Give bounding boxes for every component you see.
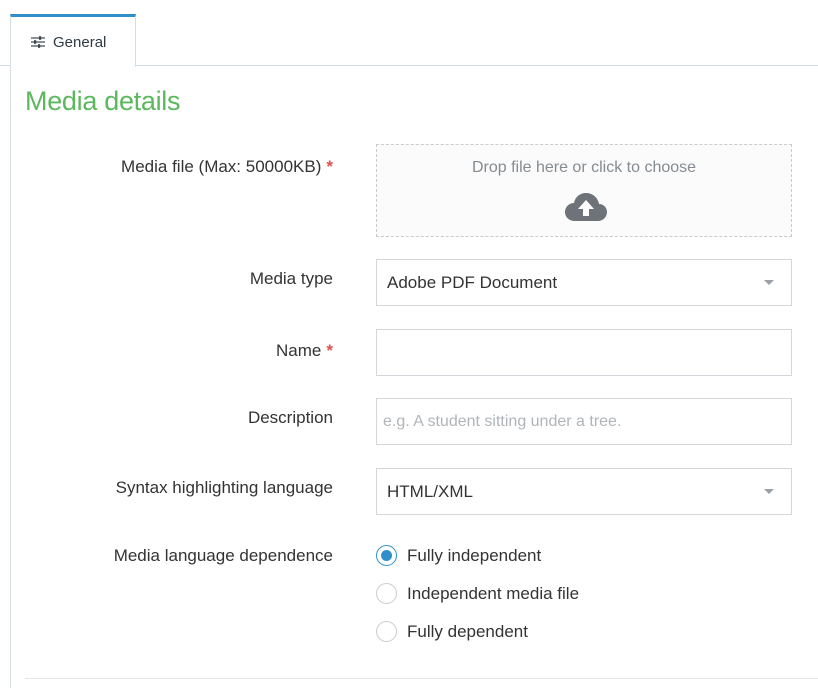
media-file-label: Media file (Max: 50000KB) * <box>121 157 333 177</box>
radio-button[interactable] <box>376 583 397 604</box>
name-label: Name * <box>276 341 333 361</box>
section-title: Media details <box>25 86 181 116</box>
radio-button[interactable] <box>376 545 397 566</box>
dropzone-text: Drop file here or click to choose <box>471 159 697 176</box>
media-type-value: Adobe PDF Document <box>387 272 558 292</box>
radio-label: Fully dependent <box>407 621 528 641</box>
media-type-label: Media type <box>249 269 333 288</box>
syntax-language-select[interactable]: HTML/XML <box>376 468 792 515</box>
name-label-text: Name <box>276 341 322 360</box>
media-type-select[interactable]: Adobe PDF Document <box>376 259 792 306</box>
cloud-upload-icon <box>564 191 608 223</box>
chevron-down-icon <box>764 489 774 494</box>
radio-label: Fully independent <box>407 545 542 565</box>
description-label: Description <box>247 408 333 427</box>
divider <box>25 678 818 679</box>
radio-label: Independent media file <box>407 583 580 603</box>
required-mark: * <box>326 157 333 176</box>
required-mark: * <box>326 341 333 360</box>
syntax-language-value: HTML/XML <box>387 481 473 501</box>
media-file-label-text: Media file (Max: 50000KB) <box>121 157 322 176</box>
description-input[interactable] <box>376 398 792 445</box>
radio-independent-media-file[interactable]: Independent media file <box>376 583 579 604</box>
syntax-language-label: Syntax highlighting language <box>115 478 333 497</box>
media-file-dropzone[interactable]: Drop file here or click to choose <box>376 144 792 237</box>
tab-general[interactable]: General <box>10 14 136 67</box>
radio-fully-independent[interactable]: Fully independent <box>376 545 541 566</box>
radio-button[interactable] <box>376 621 397 642</box>
name-input[interactable] <box>376 329 792 376</box>
tab-bar: General <box>0 0 818 67</box>
radio-fully-dependent[interactable]: Fully dependent <box>376 621 528 642</box>
sliders-icon <box>30 35 46 49</box>
tab-general-label: General <box>53 33 107 51</box>
chevron-down-icon <box>764 280 774 285</box>
language-dependence-label: Media language dependence <box>113 546 333 565</box>
